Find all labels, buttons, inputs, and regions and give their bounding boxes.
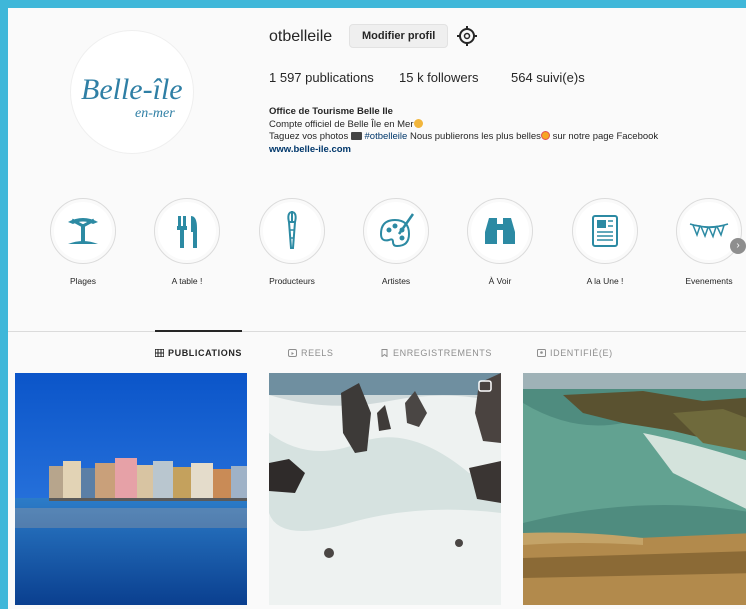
- section-divider: [8, 331, 746, 332]
- highlight-label: Producteurs: [269, 276, 315, 286]
- highlight-a-table[interactable]: A table !: [142, 198, 232, 286]
- grid-icon: [155, 349, 164, 357]
- bio-line2: Taguez vos photos #otbelleile Nous publi…: [269, 131, 739, 144]
- tab-enregistrements[interactable]: ENREGISTREMENTS: [380, 348, 492, 358]
- edit-profile-button[interactable]: Modifier profil: [349, 24, 449, 48]
- fork-knife-icon: [177, 216, 197, 248]
- reels-icon: [288, 349, 297, 357]
- highlight-circle: [259, 198, 325, 264]
- profile-username: otbelleile: [269, 28, 333, 45]
- newspaper-icon: [592, 215, 618, 247]
- tab-label: IDENTIFIÉ(E): [550, 348, 613, 358]
- profile-bio: Office de Tourisme Belle Ile Compte offi…: [269, 106, 739, 156]
- bookmark-icon: [381, 349, 388, 357]
- tagged-icon: [537, 349, 546, 357]
- carrot-icon: [287, 211, 297, 249]
- post-image-rocks: [269, 373, 501, 605]
- bunting-icon: [689, 223, 729, 239]
- post-image-harbor: [15, 373, 247, 605]
- story-highlights: Plages A table ! Producteurs Artistes À …: [8, 198, 746, 288]
- highlight-label: A la Une !: [586, 276, 624, 286]
- bio-line1: Compte officiel de Belle Île en Mer: [269, 118, 739, 132]
- bio-line2-text-c: sur notre page Facebook: [552, 131, 659, 142]
- highlight-circle: [467, 198, 533, 264]
- following-count[interactable]: 564 suivi(e)s: [511, 70, 585, 85]
- hashtag-link[interactable]: #otbelleile: [365, 131, 408, 142]
- active-tab-indicator: [155, 330, 242, 332]
- bio-line2-text-a: Taguez vos photos: [269, 131, 349, 142]
- tab-reels[interactable]: REELS: [288, 348, 334, 358]
- gear-icon[interactable]: [456, 25, 478, 47]
- highlight-circle: [50, 198, 116, 264]
- tab-publications[interactable]: PUBLICATIONS: [155, 348, 242, 358]
- chevron-right-icon[interactable]: ›: [730, 238, 746, 254]
- highlight-circle: [676, 198, 742, 264]
- post-rocks[interactable]: [269, 373, 501, 605]
- highlight-label: Evenements: [685, 276, 733, 286]
- camera-emoji-icon: [350, 132, 362, 140]
- highlight-circle: [572, 198, 638, 264]
- raised-hand-emoji-icon: [413, 118, 423, 128]
- highlight-label: A table !: [171, 276, 203, 286]
- heart-eyes-emoji-icon: [540, 131, 550, 140]
- palette-icon: [379, 213, 415, 248]
- highlight-label: À Voir: [488, 276, 512, 286]
- binoculars-icon: [485, 218, 515, 244]
- logo-line2: en-mer: [135, 106, 175, 121]
- profile-stats: 1 597 publications 15 k followers 564 su…: [269, 70, 585, 85]
- profile-avatar[interactable]: Belle-île en-mer: [70, 30, 194, 154]
- palm-tree-icon: [68, 218, 98, 244]
- highlight-label: Plages: [70, 276, 96, 286]
- profile-tabs: PUBLICATIONS REELS ENREGISTREMENTS IDENT…: [8, 348, 746, 362]
- highlight-plages[interactable]: Plages: [38, 198, 128, 286]
- post-image-coast: [523, 373, 746, 605]
- highlight-label: Artistes: [381, 276, 411, 286]
- post-harbor[interactable]: [15, 373, 247, 605]
- tab-label: PUBLICATIONS: [168, 348, 243, 358]
- tab-label: REELS: [301, 348, 334, 358]
- bio-line1-text: Compte officiel de Belle Île en Mer: [269, 118, 414, 130]
- tab-label: ENREGISTREMENTS: [393, 348, 493, 358]
- logo-line1: Belle-île: [81, 73, 183, 106]
- highlight-a-voir[interactable]: À Voir: [455, 198, 545, 286]
- highlight-a-la-une[interactable]: A la Une !: [560, 198, 650, 286]
- publications-count: 1 597 publications: [269, 70, 374, 85]
- belle-ile-logo: Belle-île en-mer: [81, 73, 183, 121]
- highlight-producteurs[interactable]: Producteurs: [247, 198, 337, 286]
- followers-count[interactable]: 15 k followers: [399, 70, 511, 85]
- bio-line2-text-b: Nous publierons les plus belles: [409, 131, 541, 142]
- bio-name: Office de Tourisme Belle Ile: [269, 106, 393, 117]
- tab-identifie[interactable]: IDENTIFIÉ(E): [537, 348, 613, 358]
- post-coast[interactable]: [523, 373, 746, 605]
- highlight-circle: [363, 198, 429, 264]
- highlight-artistes[interactable]: Artistes: [351, 198, 441, 286]
- highlight-circle: [154, 198, 220, 264]
- website-link[interactable]: www.belle-ile.com: [269, 144, 739, 157]
- profile-page: Belle-île en-mer otbelleile Modifier pro…: [8, 8, 746, 609]
